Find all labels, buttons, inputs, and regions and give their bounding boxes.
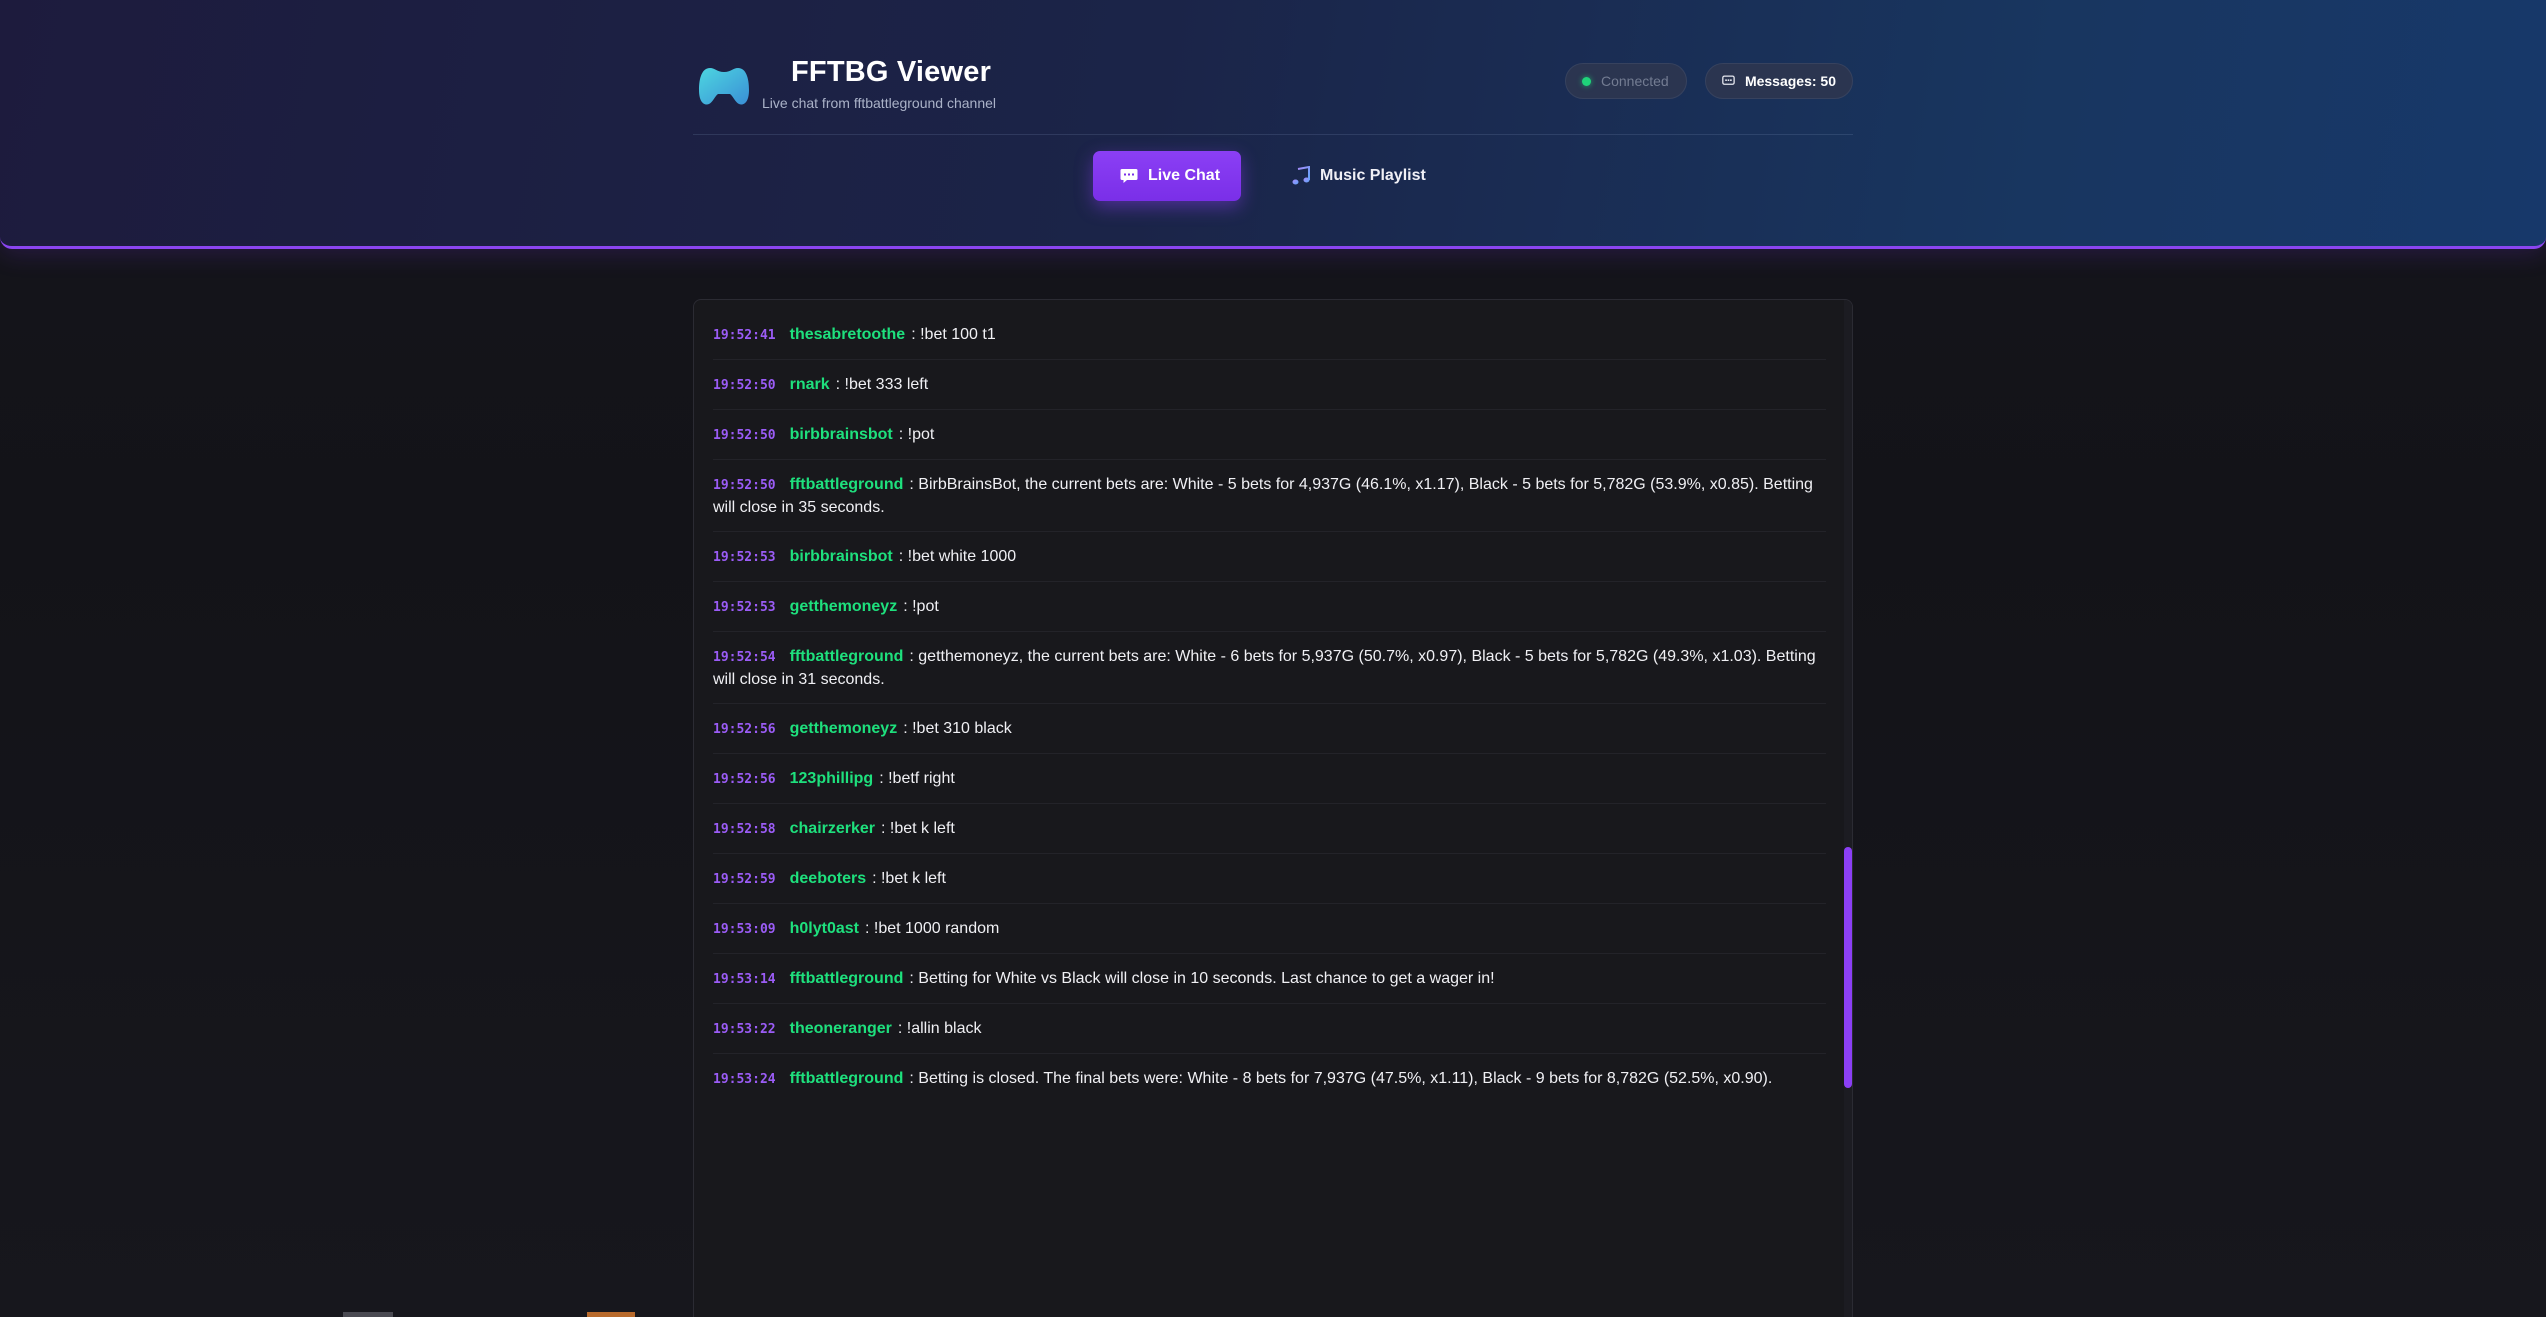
message-timestamp: 19:52:59 xyxy=(713,872,776,887)
message-text: : !pot xyxy=(898,426,935,443)
message-timestamp: 19:53:14 xyxy=(713,972,776,987)
chat-icon xyxy=(1722,75,1735,85)
message-username[interactable]: birbbrainsbot xyxy=(790,426,893,443)
chat-message: 19:53:22 theoneranger : !allin black xyxy=(713,1004,1826,1054)
chat-message: 19:52:53 getthemoneyz : !pot xyxy=(713,582,1826,632)
chat-message: 19:53:14 fftbattleground : Betting for Whi… xyxy=(713,954,1826,1004)
message-text: : !bet 333 left xyxy=(835,376,929,393)
page-subtitle: Live chat from fftbattleground channel xyxy=(762,95,997,111)
message-username[interactable]: getthemoneyz xyxy=(790,598,898,615)
message-username[interactable]: thesabretoothe xyxy=(790,326,906,343)
message-timestamp: 19:52:50 xyxy=(713,378,776,393)
message-username[interactable]: deeboters xyxy=(790,870,866,887)
message-text: : !bet white 1000 xyxy=(898,548,1017,565)
message-text: : !pot xyxy=(903,598,939,615)
page-title: FFTBG Viewer xyxy=(791,56,992,88)
chat-message: 19:52:50 rnark : !bet 333 left xyxy=(713,360,1826,410)
message-username[interactable]: theoneranger xyxy=(790,1020,892,1037)
message-timestamp: 19:52:53 xyxy=(713,550,776,565)
tab-music-playlist[interactable]: Music Playlist xyxy=(1283,151,1433,201)
message-timestamp: 19:52:56 xyxy=(713,722,776,737)
message-username[interactable]: 123phillipg xyxy=(790,770,874,787)
music-note-icon xyxy=(1292,166,1310,185)
message-text: : !allin black xyxy=(897,1020,982,1037)
message-timestamp: 19:53:22 xyxy=(713,1022,776,1037)
tab-live-chat[interactable]: Live Chat xyxy=(1093,151,1241,201)
taskbar-item[interactable] xyxy=(343,1312,393,1317)
chat-message: 19:52:59 deeboters : !bet k left xyxy=(713,854,1826,904)
message-username[interactable]: h0lyt0ast xyxy=(790,920,859,937)
app-root: FFTBG Viewer Live chat from fftbattlegro… xyxy=(0,0,2546,1317)
taskbar-item[interactable] xyxy=(587,1312,635,1317)
message-text: : !bet 1000 random xyxy=(865,920,1000,937)
header-divider xyxy=(693,134,1853,135)
message-timestamp: 19:53:09 xyxy=(713,922,776,937)
header-inner: FFTBG Viewer Live chat from fftbattlegro… xyxy=(693,0,1853,246)
connection-status-label: Connected xyxy=(1601,73,1669,89)
message-text: : !betf right xyxy=(879,770,955,787)
message-text: : Betting is closed. The final bets were… xyxy=(909,1070,1773,1087)
message-count-badge: Messages: 50 xyxy=(1705,63,1853,99)
message-count-label: Messages: 50 xyxy=(1744,73,1836,89)
message-username[interactable]: fftbattleground xyxy=(790,1070,904,1087)
message-text: : !bet k left xyxy=(881,820,955,837)
message-timestamp: 19:52:56 xyxy=(713,772,776,787)
message-text: : !bet 100 t1 xyxy=(911,326,996,343)
chat-message: 19:52:50 fftbattleground: BirbBrainsBot, … xyxy=(713,460,1826,532)
app-header: FFTBG Viewer Live chat from fftbattlegro… xyxy=(0,0,2546,249)
message-text: : Betting for White vs Black will close … xyxy=(909,970,1495,987)
chat-scrollbar-thumb[interactable] xyxy=(1844,847,1852,1088)
tab-music-playlist-label: Music Playlist xyxy=(1320,167,1426,184)
message-timestamp: 19:52:53 xyxy=(713,600,776,615)
message-timestamp: 19:52:54 xyxy=(713,650,776,665)
message-username[interactable]: getthemoneyz xyxy=(790,720,898,737)
chat-scrollbar[interactable] xyxy=(1844,300,1852,1317)
chat-message: 19:52:58 chairzerker : !bet k left xyxy=(713,804,1826,854)
message-username[interactable]: chairzerker xyxy=(790,820,875,837)
message-timestamp: 19:52:50 xyxy=(713,428,776,443)
gamepad-icon xyxy=(698,64,750,108)
chat-panel[interactable]: 19:52:41 thesabretoothe : !bet 100 t1 19:5… xyxy=(693,299,1853,1317)
chat-message: 19:52:53 birbbrainsbot : !bet white 1000 xyxy=(713,532,1826,582)
message-timestamp: 19:53:24 xyxy=(713,1072,776,1087)
message-username[interactable]: birbbrainsbot xyxy=(790,548,893,565)
message-text: : !bet k left xyxy=(872,870,946,887)
message-username[interactable]: fftbattleground xyxy=(790,648,904,665)
message-timestamp: 19:52:58 xyxy=(713,822,776,837)
chat-message: 19:52:56 123phillipg : !betf right xyxy=(713,754,1826,804)
chat-message: 19:52:50 birbbrainsbot : !pot xyxy=(713,410,1826,460)
status-dot-icon xyxy=(1582,76,1591,86)
message-username[interactable]: fftbattleground xyxy=(790,476,904,493)
message-username[interactable]: rnark xyxy=(790,376,830,393)
connection-status-badge: Connected xyxy=(1565,63,1687,99)
tab-live-chat-label: Live Chat xyxy=(1148,167,1221,184)
chat-message: 19:52:41 thesabretoothe : !bet 100 t1 xyxy=(713,310,1826,360)
message-username[interactable]: fftbattleground xyxy=(790,970,904,987)
message-timestamp: 19:52:41 xyxy=(713,328,776,343)
chat-message: 19:52:54 fftbattleground: getthemoneyz, t… xyxy=(713,632,1826,704)
message-timestamp: 19:52:50 xyxy=(713,478,776,493)
chat-message: 19:53:09 h0lyt0ast : !bet 1000 random xyxy=(713,904,1826,954)
chat-icon xyxy=(1120,169,1138,183)
chat-message-list[interactable]: 19:52:41 thesabretoothe : !bet 100 t1 19:5… xyxy=(694,300,1846,1317)
message-text: : !bet 310 black xyxy=(903,720,1012,737)
chat-message: 19:53:24 fftbattleground : Betting is clos… xyxy=(713,1054,1826,1103)
chat-message: 19:52:56 getthemoneyz : !bet 310 black xyxy=(713,704,1826,754)
